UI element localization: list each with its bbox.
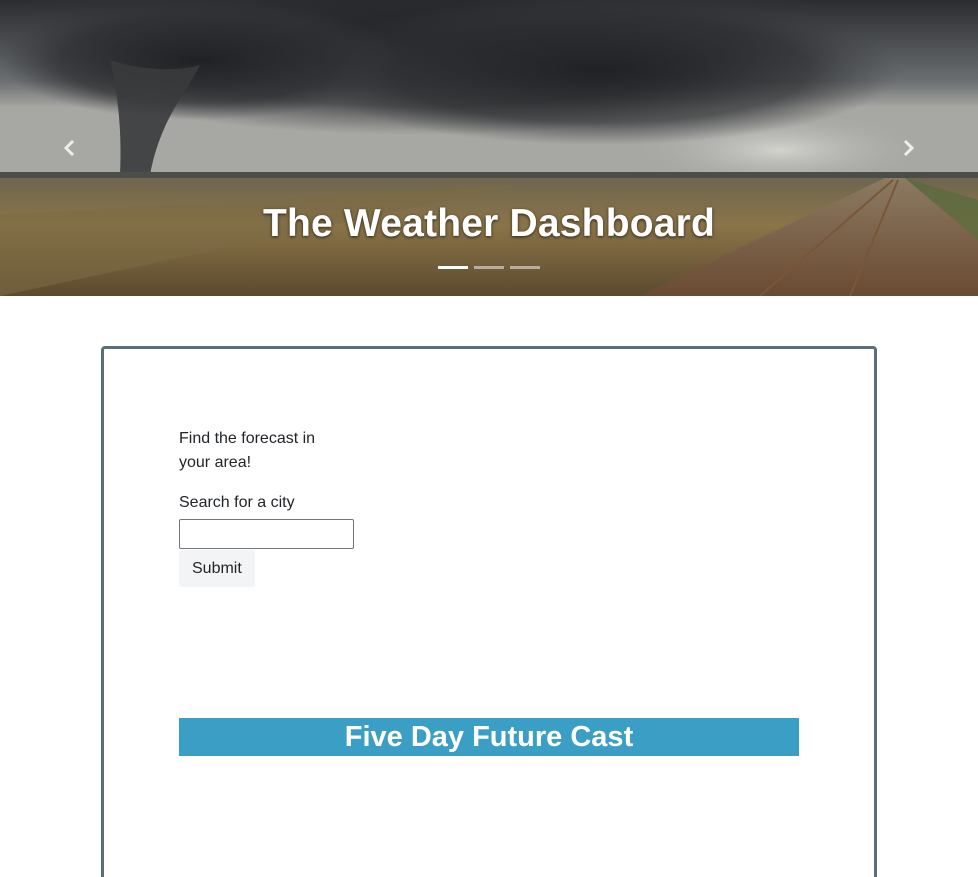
search-tagline: Find the forecast in your area! [179,430,316,471]
hero-carousel: The Weather Dashboard [0,0,978,296]
main-card: Find the forecast in your area! Search f… [101,346,877,877]
tornado-landscape-image [0,0,978,296]
search-section: Find the forecast in your area! Search f… [179,427,379,587]
carousel-prev-button[interactable] [50,128,90,168]
carousel-indicator-2[interactable] [474,266,504,269]
submit-button[interactable]: Submit [179,550,255,587]
carousel-indicator-3[interactable] [510,266,540,269]
chevron-left-icon [63,140,75,156]
carousel-indicator-1[interactable] [438,266,468,269]
forecast-header: Five Day Future Cast [179,718,799,756]
search-label: Search for a city [179,494,295,511]
page-title: The Weather Dashboard [262,202,716,245]
carousel-next-button[interactable] [888,128,928,168]
city-search-input[interactable] [179,519,354,549]
chevron-right-icon [903,140,915,156]
carousel-indicators [438,266,540,269]
